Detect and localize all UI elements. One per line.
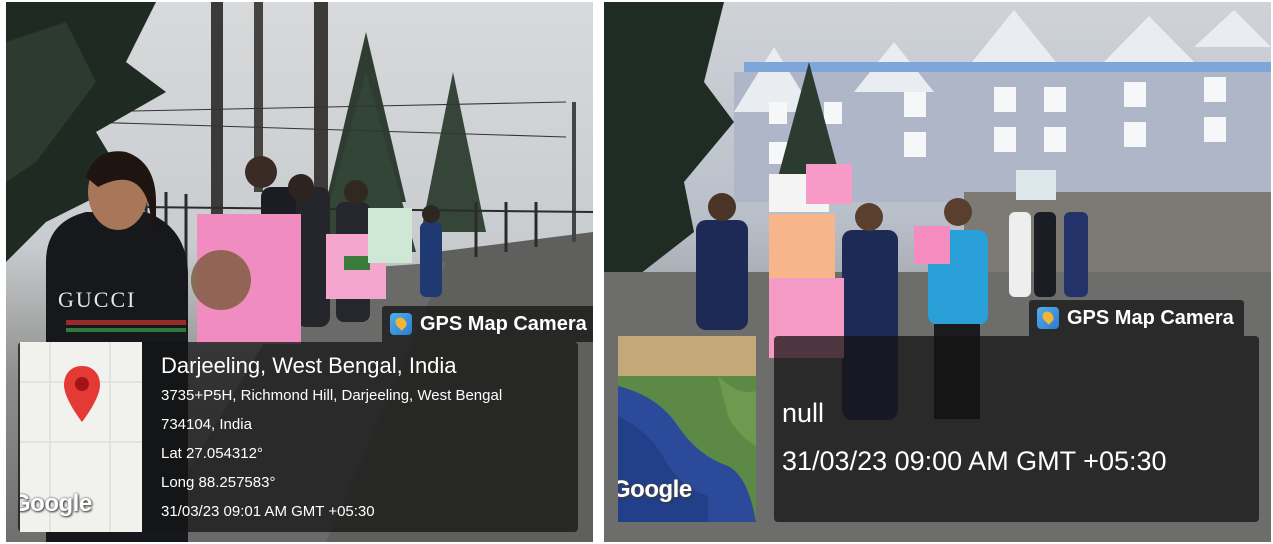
location-info-panel-right (774, 336, 1259, 522)
datetime-right: 31/03/23 09:00 AM GMT +05:30 (782, 446, 1167, 476)
address-line-2: 734104, India (161, 416, 252, 433)
gps-camera-tag-right: GPS Map Camera (1029, 300, 1244, 336)
datetime: 31/03/23 09:01 AM GMT +05:30 (161, 503, 375, 520)
google-logo: Google (20, 490, 92, 517)
gps-camera-icon (390, 313, 412, 335)
google-logo-right: Google (618, 476, 692, 503)
gps-camera-icon (1037, 307, 1059, 329)
map-pin-icon (64, 366, 100, 422)
map-thumbnail-right: Google (618, 336, 756, 522)
address-line-1: 3735+P5H, Richmond Hill, Darjeeling, Wes… (161, 387, 503, 404)
map-thumbnail: Google (20, 342, 142, 532)
shirt-text: GUCCI (58, 287, 137, 312)
longitude: Long 88.257583° (161, 474, 276, 491)
location-title: Darjeeling, West Bengal, India (161, 353, 457, 378)
left-photo: GUCCI GPS Map Camera Google Darjeeling, … (6, 2, 593, 542)
gps-camera-label: GPS Map Camera (420, 312, 587, 335)
location-title-right: null (782, 398, 825, 428)
gps-camera-tag: GPS Map Camera (382, 306, 593, 342)
gps-camera-label-right: GPS Map Camera (1067, 306, 1234, 329)
right-photo: GPS Map Camera Google null 31/03/23 09:0… (604, 2, 1271, 542)
latitude: Lat 27.054312° (161, 445, 263, 462)
